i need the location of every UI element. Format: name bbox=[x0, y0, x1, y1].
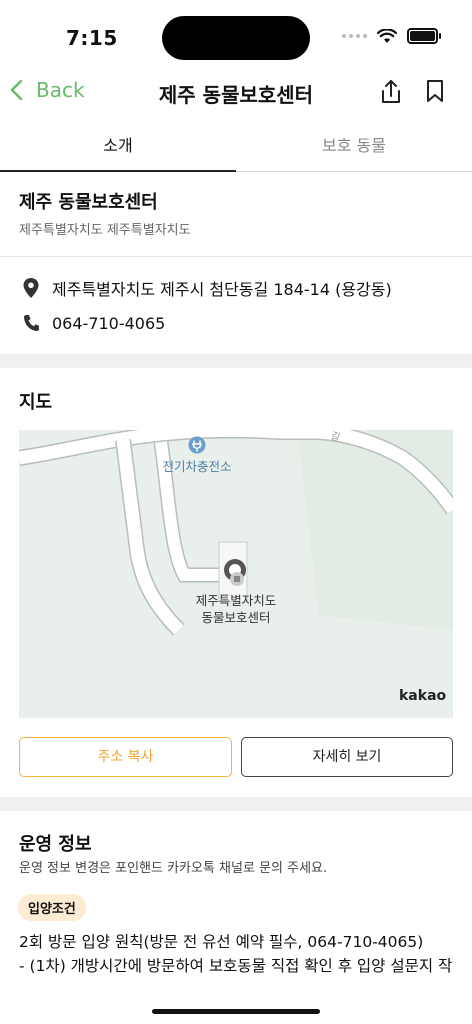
center-region: 제주특별자치도 제주특별자치도 bbox=[19, 223, 191, 238]
status-time: 7:15 bbox=[66, 26, 118, 50]
tab-protected-animals[interactable]: 보호 동물 bbox=[236, 132, 472, 172]
adoption-condition-badge: 입양조건 bbox=[18, 894, 86, 921]
section-gap bbox=[0, 354, 472, 368]
share-icon bbox=[382, 80, 400, 103]
ev-charger-icon bbox=[188, 436, 206, 454]
address-row: 제주특별자치도 제주시 첨단동길 184-14 (용강동) bbox=[22, 276, 392, 300]
copy-address-button[interactable]: 주소 복사 bbox=[19, 737, 232, 777]
poi-label: 전기차충전소 bbox=[162, 459, 232, 474]
dynamic-island bbox=[162, 16, 310, 60]
share-button[interactable] bbox=[378, 78, 404, 110]
section-gap bbox=[0, 797, 472, 811]
status-icons bbox=[342, 28, 441, 44]
signal-icon bbox=[342, 34, 367, 38]
operation-line-1: 2회 방문 입양 원칙(방문 전 유선 예약 필수, 064-710-4065) bbox=[19, 933, 424, 951]
view-details-button[interactable]: 자세히 보기 bbox=[241, 737, 453, 777]
map-section-title: 지도 bbox=[19, 392, 53, 413]
map-view[interactable]: 길 전기차충전소 제주특별자치도 동물보호센터 kakao bbox=[19, 430, 453, 718]
place-marker-icon bbox=[224, 559, 246, 586]
operation-note: 운영 정보 변경은 포인핸드 카카오톡 채널로 문의 주세요. bbox=[19, 861, 328, 876]
wifi-icon bbox=[377, 28, 397, 43]
place-label-line2: 동물보호센터 bbox=[201, 610, 271, 625]
divider bbox=[0, 256, 472, 257]
address-text: 제주특별자치도 제주시 첨단동길 184-14 (용강동) bbox=[52, 280, 392, 299]
bookmark-button[interactable] bbox=[424, 78, 446, 108]
center-name: 제주 동물보호센터 bbox=[19, 192, 158, 213]
operation-section-title: 운영 정보 bbox=[19, 834, 92, 855]
location-pin-icon bbox=[23, 278, 39, 298]
phone-text[interactable]: 064-710-4065 bbox=[52, 314, 165, 333]
phone-row[interactable]: 064-710-4065 bbox=[22, 313, 165, 333]
home-indicator[interactable] bbox=[152, 1009, 320, 1014]
bookmark-icon bbox=[427, 80, 443, 102]
phone-icon bbox=[24, 315, 39, 331]
battery-icon bbox=[407, 28, 441, 44]
map-provider-logo: kakao bbox=[399, 688, 447, 704]
operation-line-2: - (1차) 개방시간에 방문하여 보호동물 직접 확인 후 입양 설문지 작 bbox=[19, 957, 453, 975]
tab-intro[interactable]: 소개 bbox=[0, 132, 236, 172]
